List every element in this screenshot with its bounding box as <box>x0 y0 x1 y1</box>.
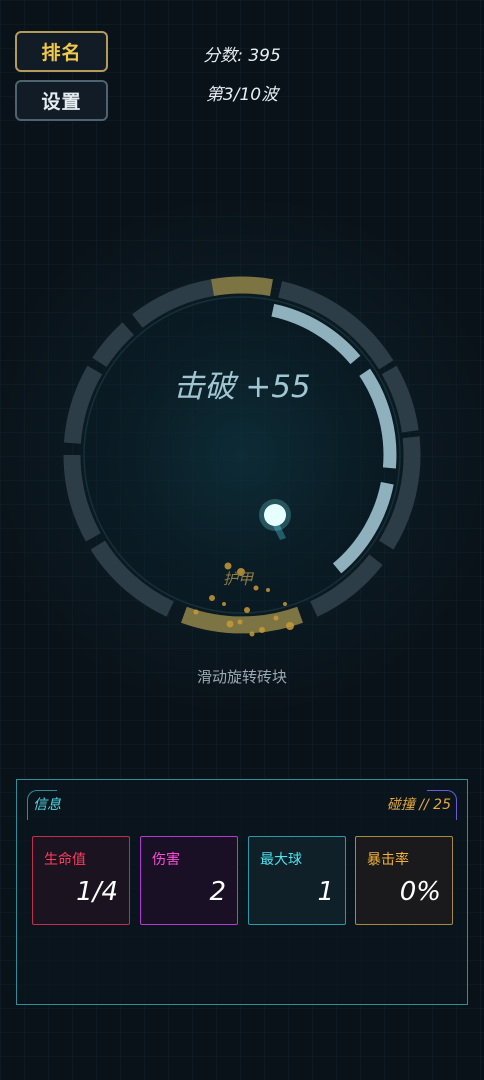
spark-particle <box>222 602 226 606</box>
spark-particle <box>249 631 255 637</box>
game-arena[interactable]: 击破 +55 护甲 <box>0 0 484 720</box>
ball <box>264 504 286 526</box>
stat-label: 生命值 <box>44 852 86 868</box>
stat-card-health: 生命值 1/4 <box>32 836 130 925</box>
spark-particle <box>224 562 232 570</box>
info-panel-title: 信息 <box>33 797 61 813</box>
rotate-hint: 滑动旋转砖块 <box>196 668 287 686</box>
armor-popup: 护甲 <box>223 570 255 588</box>
stat-value: 1 <box>317 877 334 907</box>
stat-value: 1/4 <box>76 877 118 907</box>
spark-particle <box>244 607 250 613</box>
break-score-popup: 击破 +55 <box>173 369 310 405</box>
armor-brick <box>211 276 273 297</box>
stat-card-max-balls: 最大球 1 <box>248 836 346 925</box>
spark-particle <box>226 620 234 628</box>
stat-card-damage: 伤害 2 <box>140 836 238 925</box>
spark-particle <box>266 588 270 592</box>
stat-label: 伤害 <box>152 852 180 868</box>
stat-label: 暴击率 <box>367 852 409 868</box>
spark-particle <box>193 609 199 615</box>
spark-particle <box>237 619 243 625</box>
info-panel: 信息 碰撞 // 25 生命值 1/4 伤害 2 最大球 1 暴击率 0% <box>16 779 468 1005</box>
stat-label: 最大球 <box>260 852 302 868</box>
spark-particle <box>283 602 287 606</box>
spark-particle <box>209 595 215 601</box>
spark-particle <box>273 615 279 621</box>
spark-particle <box>253 585 259 591</box>
inner-boundary <box>83 296 401 614</box>
stat-value: 2 <box>209 877 226 907</box>
stat-value: 0% <box>399 877 441 907</box>
hit-counter: 碰撞 // 25 <box>386 797 451 813</box>
spark-particle <box>259 627 265 633</box>
spark-particle <box>286 622 294 630</box>
stat-card-crit-rate: 暴击率 0% <box>355 836 453 925</box>
